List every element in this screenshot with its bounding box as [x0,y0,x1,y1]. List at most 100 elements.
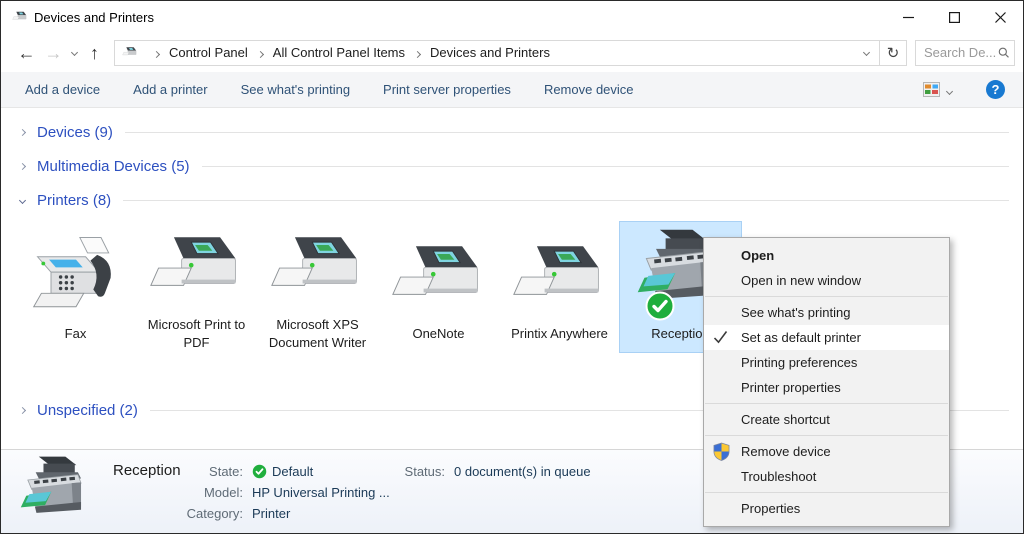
add-a-printer-button[interactable]: Add a printer [133,82,207,97]
refresh-button[interactable]: ↻ [879,40,907,66]
category-label: Category: [177,503,243,524]
breadcrumb-separator-icon [258,45,263,60]
mfp-printer-icon [15,455,97,530]
breadcrumb-separator-icon [415,45,420,60]
section-rule [123,200,1009,201]
forward-button[interactable]: → [40,44,67,62]
menu-separator [705,435,948,436]
state-label: State: [177,461,243,482]
default-check-icon [252,464,267,479]
add-a-device-button[interactable]: Add a device [25,82,100,97]
section-multimedia-devices[interactable]: Multimedia Devices (5) [15,154,1009,178]
menu-separator [705,403,948,404]
close-button[interactable] [977,1,1023,33]
address-dropdown-button[interactable] [860,50,873,55]
menu-item-printer-properties[interactable]: Printer properties [704,375,949,400]
printer-icon [389,222,489,318]
state-text: Default [272,461,313,482]
printer-context-menu: Open Open in new window See what's print… [703,237,950,527]
menu-item-set-as-default-printer[interactable]: Set as default printer [704,325,949,350]
breadcrumb-printer-icon [122,46,138,59]
chevron-right-icon [15,164,29,169]
section-label: Printers (8) [37,192,111,209]
menu-item-properties[interactable]: Properties [704,496,949,521]
printer-icon [147,222,247,309]
menu-item-label: Remove device [741,444,831,459]
status-label: Status: [373,461,445,482]
search-input[interactable] [924,45,998,60]
navigation-bar: ← → ↑ Control Panel All Control Panel It… [1,33,1023,72]
section-printers[interactable]: Printers (8) [15,188,1009,212]
section-label: Devices (9) [37,124,113,141]
address-bar-wrap: Control Panel All Control Panel Items De… [114,40,907,66]
chevron-right-icon [15,130,29,135]
menu-item-troubleshoot[interactable]: Troubleshoot [704,464,949,489]
breadcrumb-separator-icon [154,45,159,60]
checkmark-icon [713,330,728,344]
section-rule [202,166,1009,167]
toolbar-right-group: ? [917,79,1013,100]
minimize-button[interactable] [885,1,931,33]
selected-device-name: Reception [113,462,181,479]
menu-item-printing-preferences[interactable]: Printing preferences [704,350,949,375]
back-button[interactable]: ← [13,44,40,62]
devices-and-printers-window: Devices and Printers ← → ↑ Control [0,0,1024,534]
model-row: Model: HP Universal Printing ... [177,482,390,503]
device-properties: State: Default Model: HP Universal Print… [177,461,390,524]
help-button[interactable]: ? [986,80,1005,99]
uac-shield-icon [713,442,730,461]
address-bar[interactable]: Control Panel All Control Panel Items De… [114,40,879,66]
command-toolbar: Add a device Add a printer See what's pr… [1,72,1023,108]
change-view-button[interactable] [917,79,958,100]
menu-separator [705,296,948,297]
view-dropdown-icon [947,82,952,97]
chevron-right-icon [15,408,29,413]
chevron-down-icon [863,49,870,56]
breadcrumb-item-devices-and-printers[interactable]: Devices and Printers [429,43,551,62]
section-rule [125,132,1009,133]
maximize-icon [949,12,960,23]
default-printer-check-badge-icon [645,291,675,324]
printer-name: Printix Anywhere [511,325,608,343]
see-whats-printing-button[interactable]: See what's printing [241,82,350,97]
printer-icon [510,222,610,318]
breadcrumb-item-all-control-panel-items[interactable]: All Control Panel Items [272,43,406,62]
model-label: Model: [177,482,243,503]
maximize-button[interactable] [931,1,977,33]
printer-name: Microsoft Print to PDF [141,316,253,352]
search-icon [998,46,1009,59]
menu-item-open-in-new-window[interactable]: Open in new window [704,268,949,293]
printer-tile-microsoft-xps-document-writer[interactable]: Microsoft XPS Document Writer [257,222,378,352]
printer-name: Reception [651,325,710,343]
up-button[interactable]: ↑ [81,44,108,62]
menu-item-remove-device[interactable]: Remove device [704,439,949,464]
breadcrumb-item-control-panel[interactable]: Control Panel [168,43,249,62]
menu-item-open[interactable]: Open [704,243,949,268]
printer-icon [268,222,368,309]
section-devices[interactable]: Devices (9) [15,120,1009,144]
model-value: HP Universal Printing ... [252,482,390,503]
printer-name: OneNote [412,325,464,343]
category-row: Category: Printer [177,503,390,524]
menu-separator [705,492,948,493]
search-box[interactable] [915,40,1015,66]
printer-name: Microsoft XPS Document Writer [262,316,374,352]
window-title: Devices and Printers [34,10,154,25]
printer-tile-onenote[interactable]: OneNote [378,222,499,352]
menu-item-create-shortcut[interactable]: Create shortcut [704,407,949,432]
print-server-properties-button[interactable]: Print server properties [383,82,511,97]
fax-printer-icon [26,222,126,318]
printer-app-icon [12,10,28,24]
status-row: Status: 0 document(s) in queue [373,461,591,482]
recent-pages-dropdown[interactable] [67,50,81,55]
status-value: 0 document(s) in queue [454,461,591,482]
remove-device-button[interactable]: Remove device [544,82,634,97]
printer-tile-microsoft-print-to-pdf[interactable]: Microsoft Print to PDF [136,222,257,352]
printer-tile-printix-anywhere[interactable]: Printix Anywhere [499,222,620,352]
minimize-icon [903,12,914,23]
view-options-icon [923,82,940,97]
printer-tile-fax[interactable]: Fax [15,222,136,352]
menu-item-label: Set as default printer [741,330,861,345]
window-controls [885,1,1023,33]
menu-item-see-whats-printing[interactable]: See what's printing [704,300,949,325]
